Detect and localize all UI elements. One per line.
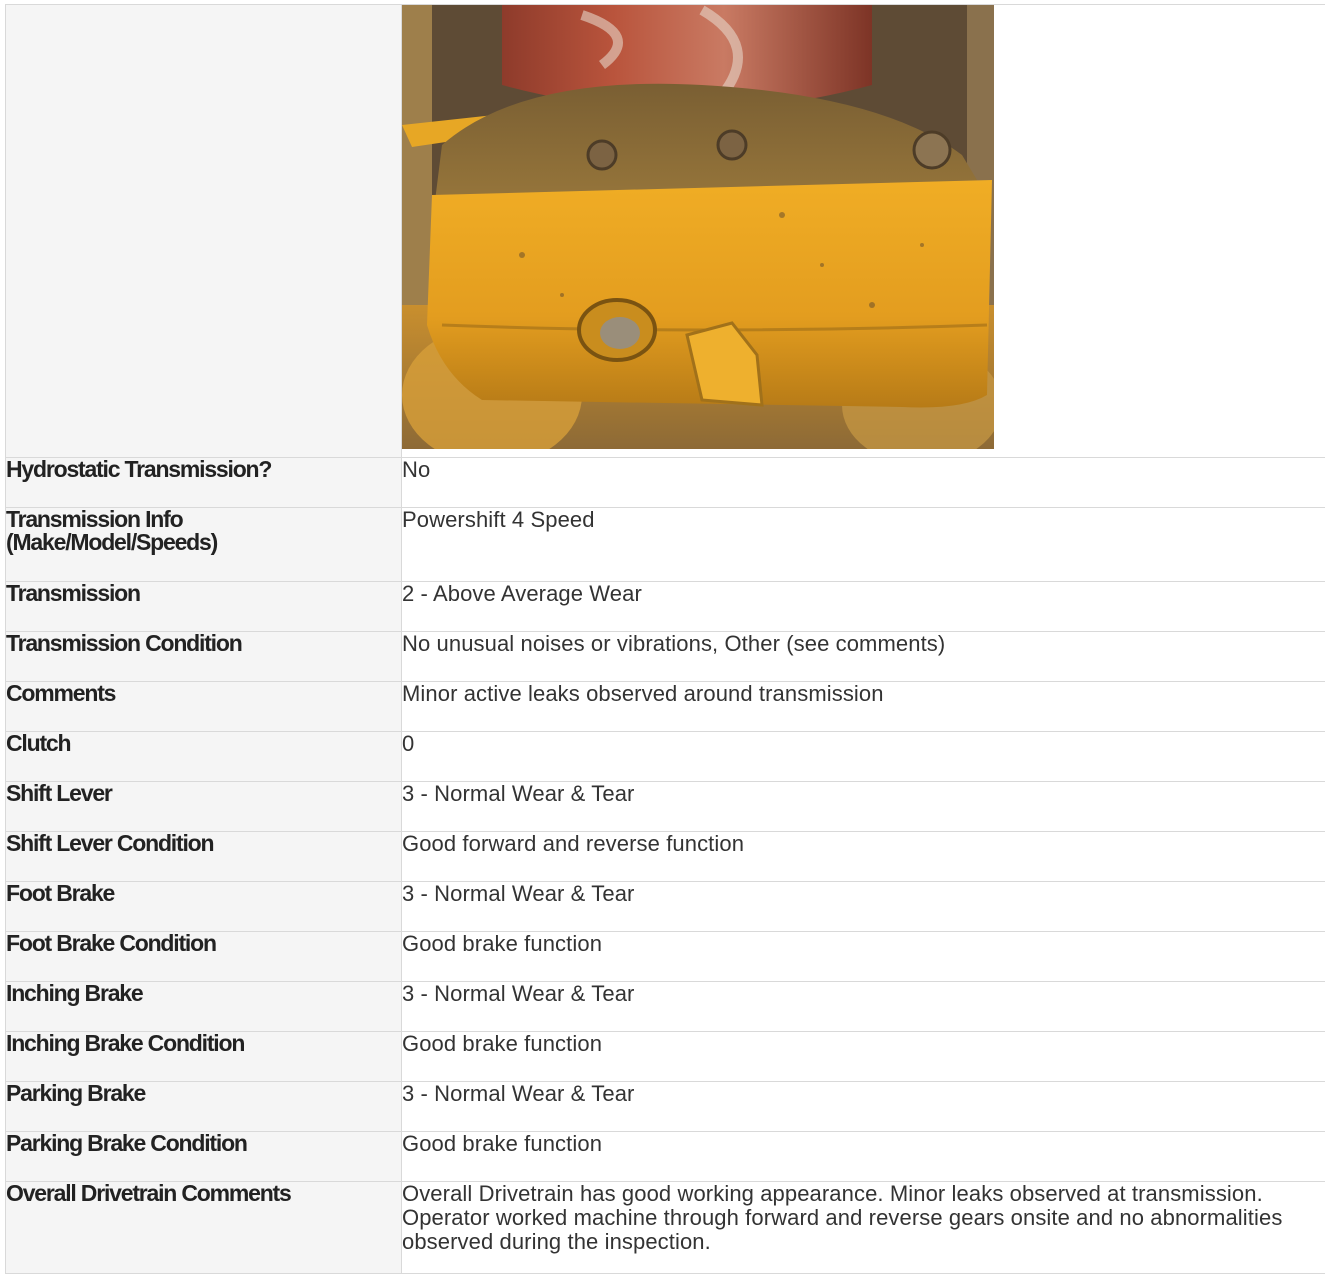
table-row: Clutch 0	[5, 731, 1325, 782]
field-value: Good brake function	[401, 1131, 1325, 1182]
field-value: 3 - Normal Wear & Tear	[401, 881, 1325, 932]
table-row: Transmission Info (Make/Model/Speeds) Po…	[5, 507, 1325, 582]
field-value: Good forward and reverse function	[401, 831, 1325, 882]
table-row: Inching Brake Condition Good brake funct…	[5, 1031, 1325, 1082]
field-label: Overall Drivetrain Comments	[5, 1181, 402, 1274]
transmission-photo[interactable]	[402, 5, 994, 449]
inspection-table: Hydrostatic Transmission? No Transmissio…	[5, 4, 1325, 1274]
table-row: Transmission Condition No unusual noises…	[5, 631, 1325, 682]
field-value: 2 - Above Average Wear	[401, 581, 1325, 632]
field-label: Transmission Condition	[5, 631, 402, 682]
photo-row	[5, 4, 1325, 458]
field-value: 0	[401, 731, 1325, 782]
field-value: 3 - Normal Wear & Tear	[401, 781, 1325, 832]
field-label: Parking Brake	[5, 1081, 402, 1132]
field-label: Clutch	[5, 731, 402, 782]
photo-cell	[401, 4, 1325, 458]
field-value: No unusual noises or vibrations, Other (…	[401, 631, 1325, 682]
table-row: Foot Brake Condition Good brake function	[5, 931, 1325, 982]
table-row: Shift Lever 3 - Normal Wear & Tear	[5, 781, 1325, 832]
field-label: Transmission	[5, 581, 402, 632]
field-value: Powershift 4 Speed	[401, 507, 1325, 582]
field-value: 3 - Normal Wear & Tear	[401, 1081, 1325, 1132]
field-label: Hydrostatic Transmission?	[5, 457, 402, 508]
table-row: Parking Brake 3 - Normal Wear & Tear	[5, 1081, 1325, 1132]
field-label: Parking Brake Condition	[5, 1131, 402, 1182]
table-row: Shift Lever Condition Good forward and r…	[5, 831, 1325, 882]
field-label: Inching Brake Condition	[5, 1031, 402, 1082]
photo-label-cell	[5, 4, 402, 458]
field-label: Shift Lever Condition	[5, 831, 402, 882]
field-value: Good brake function	[401, 931, 1325, 982]
field-value: Minor active leaks observed around trans…	[401, 681, 1325, 732]
field-value: No	[401, 457, 1325, 508]
table-row: Foot Brake 3 - Normal Wear & Tear	[5, 881, 1325, 932]
field-value: Good brake function	[401, 1031, 1325, 1082]
field-label: Comments	[5, 681, 402, 732]
table-row: Hydrostatic Transmission? No	[5, 457, 1325, 508]
field-label: Shift Lever	[5, 781, 402, 832]
table-row: Parking Brake Condition Good brake funct…	[5, 1131, 1325, 1182]
transmission-photo-image	[402, 5, 994, 449]
field-value: 3 - Normal Wear & Tear	[401, 981, 1325, 1032]
table-row: Inching Brake 3 - Normal Wear & Tear	[5, 981, 1325, 1032]
field-label: Foot Brake	[5, 881, 402, 932]
field-label: Foot Brake Condition	[5, 931, 402, 982]
table-row: Transmission 2 - Above Average Wear	[5, 581, 1325, 632]
field-label: Inching Brake	[5, 981, 402, 1032]
table-row: Comments Minor active leaks observed aro…	[5, 681, 1325, 732]
table-row: Overall Drivetrain Comments Overall Driv…	[5, 1181, 1325, 1274]
field-label: Transmission Info (Make/Model/Speeds)	[5, 507, 402, 582]
field-value: Overall Drivetrain has good working appe…	[401, 1181, 1325, 1274]
